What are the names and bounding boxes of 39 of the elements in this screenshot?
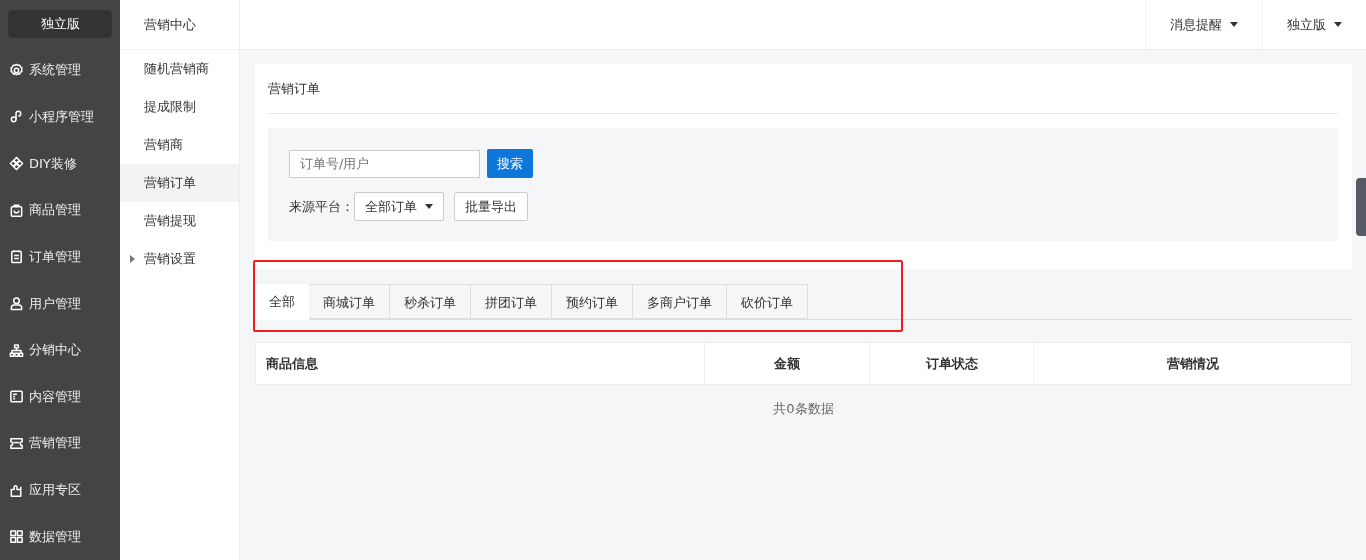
submenu-item[interactable]: 营销提现	[120, 202, 239, 240]
sidebar-item[interactable]: DIY装修	[0, 140, 120, 187]
card-title: 营销订单	[268, 64, 1338, 114]
column-header: 商品信息	[256, 343, 705, 384]
tab[interactable]: 全部	[255, 284, 309, 320]
empty-message: 共0条数据	[772, 400, 835, 418]
column-header: 订单状态	[870, 343, 1034, 384]
sidebar-item[interactable]: 小程序管理	[0, 93, 120, 141]
sidebar-item[interactable]: 订单管理	[0, 233, 120, 281]
sidebar-item[interactable]: 应用专区	[0, 466, 120, 514]
sidebar-item[interactable]: 营销管理	[0, 420, 120, 467]
tab[interactable]: 商城订单	[309, 284, 390, 319]
search-field[interactable]: 订单号/用户	[289, 149, 480, 178]
column-header: 金额	[705, 343, 870, 384]
submenu-item[interactable]: 提成限制	[120, 88, 239, 126]
export-button[interactable]: 批量导出	[454, 192, 528, 221]
sidebar-item[interactable]: 数据管理	[0, 513, 120, 560]
tab[interactable]: 秒杀订单	[390, 284, 471, 319]
search-button[interactable]: 搜索	[487, 149, 533, 178]
submenu-title: 营销中心	[120, 0, 239, 50]
top-menu[interactable]: 独立版	[1262, 0, 1366, 49]
submenu-item[interactable]: 营销设置	[120, 240, 239, 278]
sidebar-item[interactable]: 商品管理	[0, 186, 120, 234]
sidebar-item[interactable]: 内容管理	[0, 373, 120, 421]
source-dropdown[interactable]: 全部订单	[354, 192, 444, 221]
tab[interactable]: 多商户订单	[633, 284, 727, 319]
brand-badge: 独立版	[8, 10, 112, 38]
tab[interactable]: 拼团订单	[471, 284, 552, 319]
sidebar-item[interactable]: 用户管理	[0, 280, 120, 327]
column-header: 营销情况	[1165, 355, 1220, 373]
tab[interactable]: 砍价订单	[727, 284, 808, 319]
tab[interactable]: 预约订单	[552, 284, 633, 319]
sidebar-item[interactable]: 分销中心	[0, 326, 120, 374]
submenu-item[interactable]: 营销订单	[120, 164, 239, 202]
sidebar-item[interactable]: 系统管理	[0, 47, 120, 94]
submenu-item[interactable]: 随机营销商	[120, 50, 239, 88]
submenu-item[interactable]: 营销商	[120, 126, 239, 164]
source-label: 来源平台：	[289, 197, 354, 216]
top-menu[interactable]: 消息提醒	[1145, 0, 1262, 49]
